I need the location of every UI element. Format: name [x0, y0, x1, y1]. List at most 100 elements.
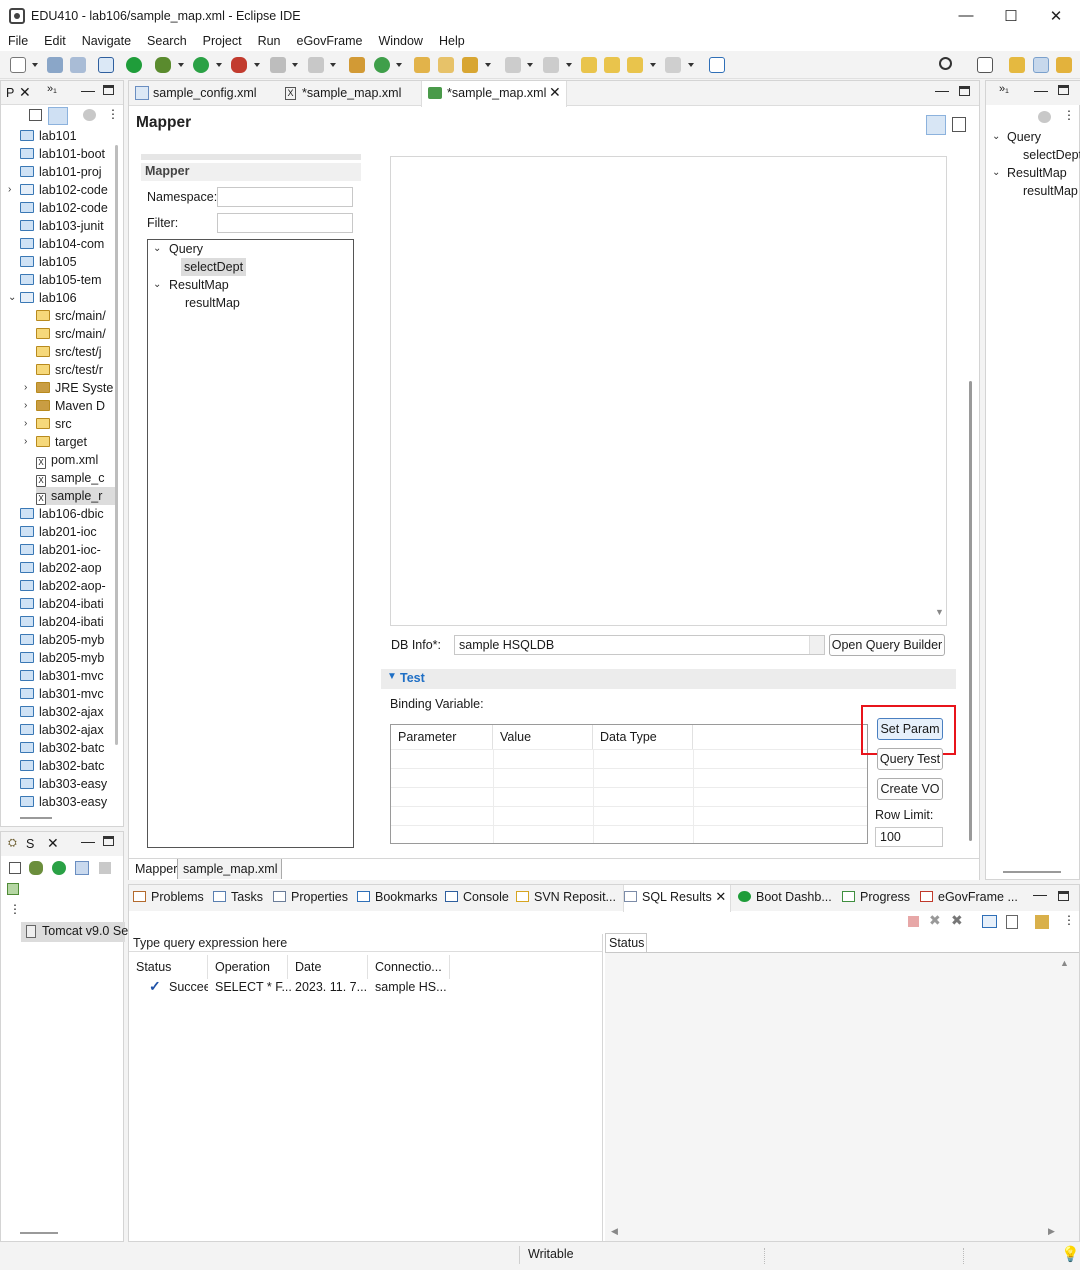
- chevron-down-icon[interactable]: [688, 63, 694, 67]
- chevron-down-icon[interactable]: [330, 63, 336, 67]
- close-window-button[interactable]: ✕: [1033, 0, 1079, 31]
- remove-all-icon[interactable]: ✖: [951, 912, 963, 929]
- view-menu-icon[interactable]: »₁: [999, 83, 1009, 95]
- chevron-down-icon[interactable]: [485, 63, 491, 67]
- explorer-item[interactable]: › lab102-code: [8, 181, 115, 199]
- external-tools-icon[interactable]: [231, 57, 247, 73]
- column-header[interactable]: Date: [288, 955, 368, 979]
- chevron-down-icon[interactable]: ⌄: [153, 243, 161, 254]
- view-menu-icon[interactable]: »₁: [47, 83, 57, 95]
- search-icon[interactable]: [939, 57, 952, 70]
- page-tab-mapper[interactable]: Mapper: [133, 862, 179, 876]
- chevron-down-icon[interactable]: [650, 63, 656, 67]
- explorer-item[interactable]: src/test/r: [36, 361, 115, 379]
- forward-edit-icon[interactable]: [604, 57, 620, 73]
- chevron-down-icon[interactable]: ⌄: [153, 279, 161, 290]
- table-row[interactable]: [391, 787, 867, 806]
- maximize-view-icon[interactable]: [103, 836, 114, 846]
- refresh-icon[interactable]: [374, 57, 390, 73]
- explorer-item[interactable]: ⌄ lab106: [8, 289, 115, 307]
- query-filter-input[interactable]: Type query expression here: [129, 934, 602, 952]
- more-options-icon[interactable]: ⋮: [9, 902, 21, 916]
- explorer-item[interactable]: › Maven D: [24, 397, 115, 415]
- more-options-icon[interactable]: ⋮: [1063, 108, 1075, 122]
- prev-annotation-icon[interactable]: [543, 57, 559, 73]
- debug-server-icon[interactable]: [29, 861, 43, 875]
- chevron-right-icon[interactable]: ›: [8, 181, 11, 199]
- explorer-item[interactable]: lab201-ioc: [20, 523, 115, 541]
- explorer-item[interactable]: lab302-ajax: [20, 703, 115, 721]
- open-query-builder-button[interactable]: Open Query Builder: [829, 634, 945, 656]
- tab-bookmarks[interactable]: Bookmarks: [357, 885, 438, 909]
- layout-columns-icon[interactable]: [926, 115, 946, 135]
- more-options-icon[interactable]: ⋮: [107, 107, 119, 121]
- close-icon[interactable]: ✕: [47, 835, 59, 852]
- collapse-all-icon[interactable]: [29, 109, 42, 121]
- explorer-item[interactable]: lab101: [20, 127, 115, 145]
- save-result-icon[interactable]: [1006, 915, 1018, 929]
- status-tab[interactable]: Status: [605, 933, 647, 953]
- explorer-item[interactable]: lab205-myb: [20, 649, 115, 667]
- explorer-item[interactable]: lab204-ibati: [20, 613, 115, 631]
- outline-result-map[interactable]: resultMap: [1023, 182, 1080, 200]
- table-row[interactable]: [391, 825, 867, 843]
- profile-server-icon[interactable]: [75, 861, 89, 875]
- menu-project[interactable]: Project: [195, 34, 250, 48]
- explorer-item[interactable]: lab105: [20, 253, 115, 271]
- namespace-input[interactable]: [217, 187, 353, 207]
- stop-icon[interactable]: [270, 57, 286, 73]
- tab-sample-map-text[interactable]: X *sample_map.xml: [285, 81, 420, 106]
- forward-icon[interactable]: [665, 57, 681, 73]
- table-row[interactable]: ✓ Succeed SELECT * F... 2023. 11. 7... s…: [129, 977, 602, 997]
- close-icon[interactable]: ✕: [712, 889, 726, 904]
- explorer-item[interactable]: lab302-batc: [20, 757, 115, 775]
- terminal-icon[interactable]: [98, 57, 114, 73]
- db-info-dropdown[interactable]: [809, 636, 824, 654]
- column-header[interactable]: Operation: [208, 955, 288, 979]
- maximize-button[interactable]: ☐: [988, 0, 1034, 31]
- servers-h-scrollbar[interactable]: [20, 1232, 58, 1234]
- open-perspective-icon[interactable]: [977, 57, 993, 73]
- package-icon[interactable]: [349, 57, 365, 73]
- menu-file[interactable]: File: [0, 34, 36, 48]
- lightbulb-icon[interactable]: 💡: [1061, 1245, 1080, 1263]
- chevron-right-icon[interactable]: ›: [24, 415, 27, 433]
- tree-resultmap[interactable]: ResultMap: [169, 276, 229, 294]
- terminate-icon[interactable]: [908, 916, 919, 927]
- explorer-item[interactable]: lab302-ajax: [20, 721, 115, 739]
- tree-query[interactable]: Query: [169, 240, 203, 258]
- explorer-item[interactable]: lab202-aop: [20, 559, 115, 577]
- debug-icon[interactable]: [155, 57, 171, 73]
- tab-boot-dashboard[interactable]: Boot Dashb...: [738, 885, 832, 909]
- outline-query[interactable]: Query: [1007, 128, 1041, 146]
- open-folder-icon[interactable]: [414, 57, 430, 73]
- minimize-view-icon[interactable]: —: [1033, 886, 1047, 902]
- query-test-button[interactable]: Query Test: [877, 748, 943, 770]
- tab-svn[interactable]: SVN Reposit...: [516, 885, 616, 909]
- scroll-left-icon[interactable]: ◀: [611, 1226, 618, 1237]
- tab-sample-config[interactable]: sample_config.xml: [135, 81, 275, 106]
- stop-server-icon[interactable]: [99, 862, 111, 874]
- close-icon[interactable]: ✕: [19, 84, 31, 101]
- link-with-editor-icon[interactable]: [48, 107, 68, 125]
- save-icon[interactable]: [47, 57, 63, 73]
- chevron-down-icon[interactable]: [254, 63, 260, 67]
- java-perspective-icon[interactable]: [1009, 57, 1025, 73]
- maximize-view-icon[interactable]: [1058, 891, 1069, 901]
- outline-h-scrollbar[interactable]: [1003, 871, 1061, 873]
- explorer-item[interactable]: lab201-ioc-: [20, 541, 115, 559]
- scroll-down-icon[interactable]: ▼: [935, 607, 944, 617]
- explorer-item[interactable]: lab105-tem: [20, 271, 115, 289]
- table-row[interactable]: [391, 806, 867, 825]
- explorer-item[interactable]: lab102-code: [20, 199, 115, 217]
- set-param-button[interactable]: Set Param: [877, 718, 943, 740]
- explorer-item[interactable]: lab205-myb: [20, 631, 115, 649]
- scroll-up-icon[interactable]: ▲: [1060, 958, 1069, 968]
- db-info-combo[interactable]: sample HSQLDB: [454, 635, 825, 655]
- back-icon[interactable]: [627, 57, 643, 73]
- layout-rows-icon[interactable]: [952, 117, 966, 132]
- debug-perspective-icon[interactable]: [1056, 57, 1072, 73]
- egov-perspective-icon[interactable]: [1033, 57, 1049, 73]
- tab-console[interactable]: Console: [445, 885, 509, 909]
- close-icon[interactable]: ✕: [549, 84, 561, 101]
